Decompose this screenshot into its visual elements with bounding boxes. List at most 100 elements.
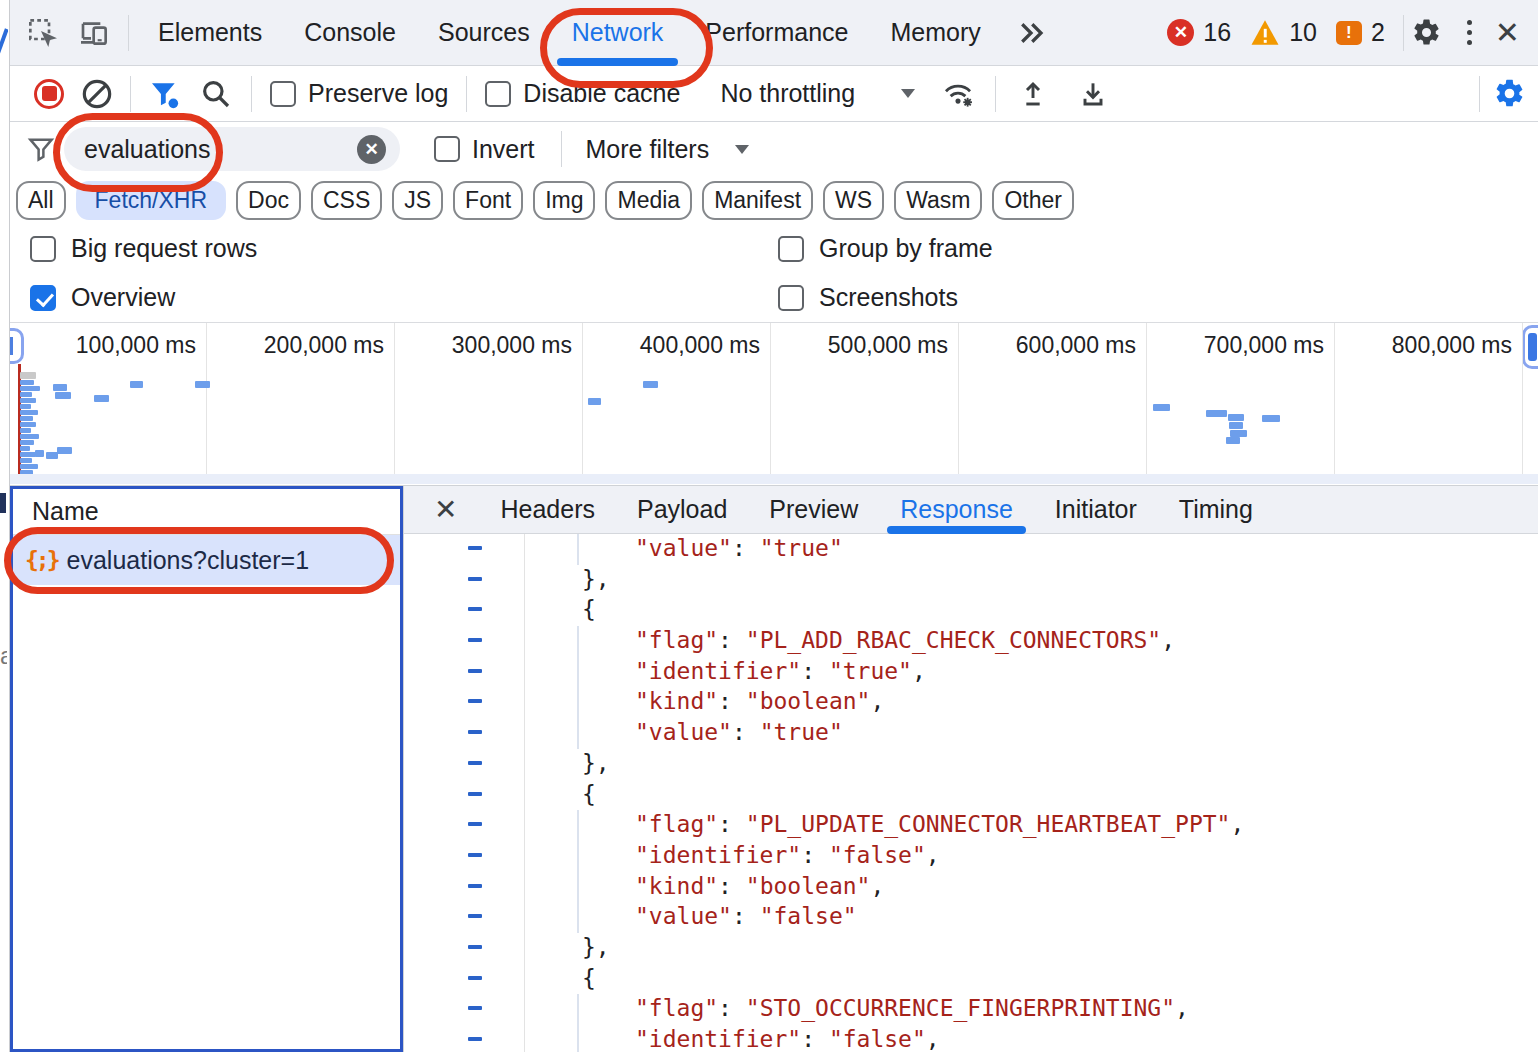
detail-tab-response[interactable]: Response (879, 486, 1034, 534)
type-chip-manifest[interactable]: Manifest (702, 181, 813, 220)
request-bar (1230, 430, 1247, 437)
more-filters-control[interactable]: More filters (586, 135, 750, 164)
detail-tab-payload[interactable]: Payload (616, 486, 748, 534)
type-chip-other[interactable]: Other (992, 181, 1074, 220)
tab-sources[interactable]: Sources (417, 0, 551, 66)
response-body[interactable]: "value": "true"},{"flag": "PL_ADD_RBAC_C… (404, 534, 1538, 1052)
preserve-log-checkbox[interactable] (270, 81, 296, 107)
filter-icon[interactable] (147, 77, 181, 111)
page-fragment: a (0, 642, 7, 666)
big-request-rows-control[interactable]: Big request rows (30, 234, 778, 263)
warning-count[interactable]: 10 (1289, 18, 1317, 47)
group-by-frame-checkbox[interactable] (778, 236, 804, 262)
error-count[interactable]: 16 (1203, 18, 1231, 47)
response-line: "kind": "boolean", (404, 687, 1538, 718)
inspect-element-icon[interactable] (26, 16, 60, 50)
fold-marker-icon[interactable] (468, 607, 482, 611)
clear-network-log-icon[interactable] (80, 77, 114, 111)
invert-filter-control[interactable]: Invert (434, 135, 535, 164)
fold-marker-icon[interactable] (468, 1006, 482, 1010)
timeline-gridline (770, 323, 771, 474)
request-bar (20, 464, 38, 469)
request-type-chips: AllFetch/XHRDocCSSJSFontImgMediaManifest… (10, 176, 1538, 224)
network-conditions-icon[interactable] (941, 77, 975, 111)
fold-marker-icon[interactable] (468, 945, 482, 949)
device-toolbar-icon[interactable] (78, 16, 112, 50)
screenshots-control[interactable]: Screenshots (778, 283, 958, 312)
disable-cache-checkbox[interactable] (485, 81, 511, 107)
fold-marker-icon[interactable] (468, 884, 482, 888)
overview-left-handle[interactable] (10, 328, 24, 364)
console-warnings-icon[interactable] (1250, 19, 1280, 46)
issues-icon[interactable]: ! (1336, 21, 1362, 45)
settings-gear-icon[interactable] (1410, 16, 1444, 50)
close-details-icon[interactable]: ✕ (434, 493, 457, 526)
request-bar (20, 380, 34, 385)
record-network-log-icon[interactable] (34, 79, 64, 109)
more-tabs-icon[interactable] (1002, 20, 1060, 46)
timeline-tick-label: 300,000 ms (452, 332, 582, 359)
type-chip-font[interactable]: Font (453, 181, 523, 220)
type-chip-js[interactable]: JS (392, 181, 443, 220)
fold-marker-icon[interactable] (468, 914, 482, 918)
request-bar (588, 398, 601, 405)
fold-marker-icon[interactable] (468, 669, 482, 673)
type-chip-wasm[interactable]: Wasm (894, 181, 982, 220)
request-bar (94, 395, 109, 402)
screenshots-checkbox[interactable] (778, 285, 804, 311)
fold-marker-icon[interactable] (468, 730, 482, 734)
invert-checkbox[interactable] (434, 136, 460, 162)
fold-marker-icon[interactable] (468, 853, 482, 857)
timeline-gridline (1334, 323, 1335, 474)
detail-tab-preview[interactable]: Preview (748, 486, 879, 534)
devtools-menu-icon[interactable] (1450, 20, 1489, 45)
tab-console[interactable]: Console (283, 0, 417, 66)
detail-tab-timing[interactable]: Timing (1158, 486, 1274, 534)
import-har-icon[interactable] (1016, 77, 1050, 111)
clear-filter-icon[interactable]: ✕ (357, 135, 386, 164)
issue-count[interactable]: 2 (1371, 18, 1385, 47)
console-errors-icon[interactable]: ✕ (1167, 19, 1194, 46)
group-by-frame-control[interactable]: Group by frame (778, 234, 993, 263)
type-chip-css[interactable]: CSS (311, 181, 382, 220)
request-bar (20, 410, 38, 415)
fold-marker-icon[interactable] (468, 546, 482, 550)
throttling-select[interactable]: No throttling (720, 79, 915, 108)
fold-marker-icon[interactable] (468, 638, 482, 642)
close-devtools-icon[interactable]: ✕ (1489, 15, 1538, 50)
request-bar (195, 381, 210, 388)
type-chip-img[interactable]: Img (533, 181, 595, 220)
request-bar (130, 381, 143, 388)
detail-tab-headers[interactable]: Headers (479, 486, 616, 534)
type-chip-doc[interactable]: Doc (236, 181, 301, 220)
devtools-main-tabbar: ElementsConsoleSourcesNetworkPerformance… (10, 0, 1538, 66)
overview-checkbox[interactable] (30, 285, 56, 311)
request-bar (55, 392, 71, 399)
fold-marker-icon[interactable] (468, 976, 482, 980)
tab-elements[interactable]: Elements (137, 0, 283, 66)
type-chip-all[interactable]: All (16, 181, 66, 220)
fold-marker-icon[interactable] (468, 761, 482, 765)
timeline-tick-label: 400,000 ms (640, 332, 770, 359)
request-bar (643, 381, 658, 388)
fold-marker-icon[interactable] (468, 822, 482, 826)
request-bar (1228, 414, 1244, 421)
big-request-rows-checkbox[interactable] (30, 236, 56, 262)
type-chip-ws[interactable]: WS (823, 181, 884, 220)
search-icon[interactable] (199, 77, 233, 111)
preserve-log-control[interactable]: Preserve log (270, 79, 448, 108)
network-settings-gear-icon[interactable] (1492, 77, 1526, 111)
fold-marker-icon[interactable] (468, 577, 482, 581)
fold-marker-icon[interactable] (468, 1037, 482, 1041)
fold-marker-icon[interactable] (468, 699, 482, 703)
export-har-icon[interactable] (1076, 77, 1110, 111)
tab-memory[interactable]: Memory (869, 0, 1001, 66)
type-chip-media[interactable]: Media (605, 181, 692, 220)
network-overview-timeline[interactable]: 100,000 ms200,000 ms300,000 ms400,000 ms… (10, 322, 1538, 474)
network-filter-row: evaluations ✕ Invert More filters (10, 122, 1538, 176)
overview-right-handle[interactable] (1522, 325, 1538, 369)
fold-marker-icon[interactable] (468, 792, 482, 796)
overview-control[interactable]: Overview (30, 283, 778, 312)
detail-tab-initiator[interactable]: Initiator (1034, 486, 1158, 534)
request-bar (20, 440, 34, 445)
